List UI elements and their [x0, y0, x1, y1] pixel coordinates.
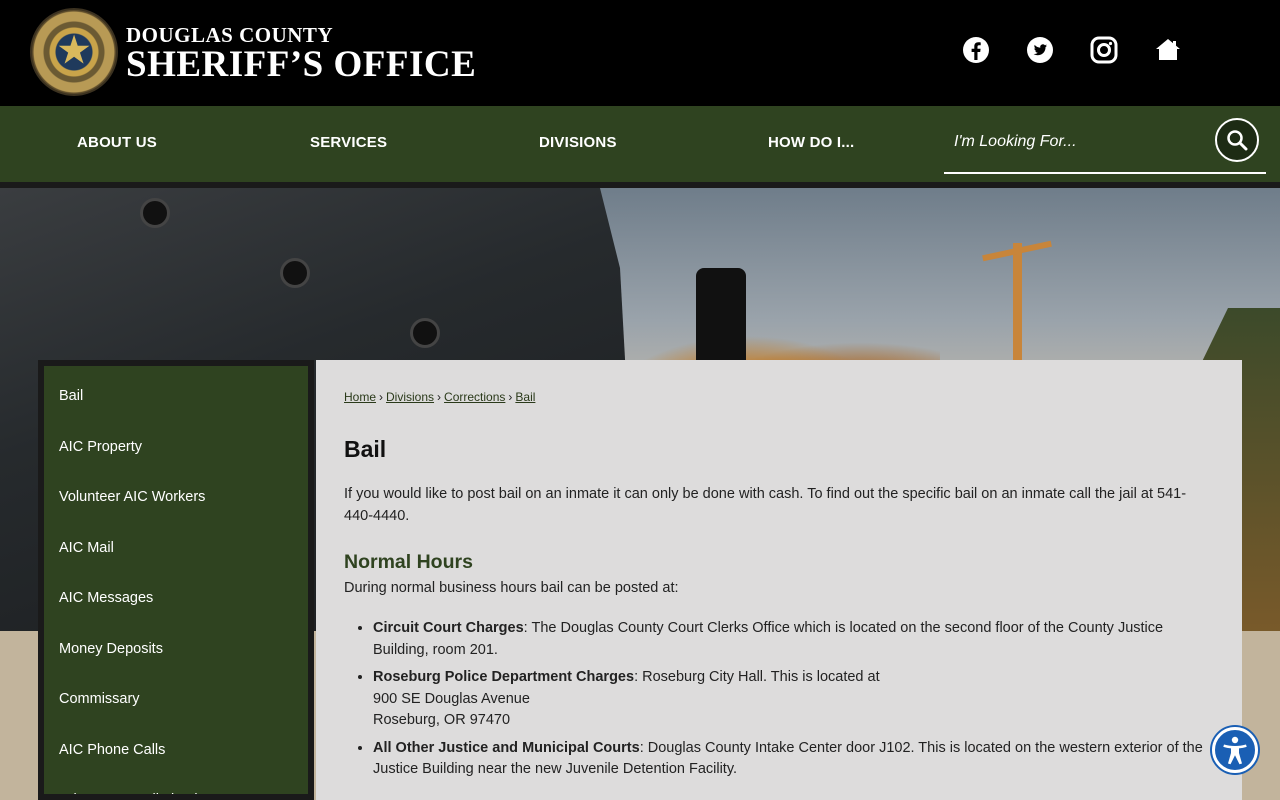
sidebar-item-aic-messages[interactable]: AIC Messages [44, 568, 308, 619]
section-lead: During normal business hours bail can be… [344, 580, 679, 596]
list-item-label: All Other Justice and Municipal Courts [373, 739, 640, 756]
site-logo[interactable]: ★ DOUGLAS COUNTY SHERIFF’S OFFICE [30, 8, 476, 96]
hero-bolt [140, 198, 170, 228]
search-input[interactable] [944, 122, 1204, 162]
instagram-icon[interactable] [1090, 36, 1118, 64]
sheriff-badge-icon: ★ [30, 8, 118, 96]
search-icon [1227, 130, 1248, 151]
breadcrumb-bail[interactable]: Bail [515, 390, 535, 404]
list-item: Circuit Court Charges: The Douglas Count… [373, 618, 1214, 661]
logo-line-1: DOUGLAS COUNTY [126, 23, 334, 47]
list-item-text: : Roseburg City Hall. This is located at [634, 669, 880, 685]
sidebar-item-aic-mail[interactable]: AIC Mail [44, 518, 308, 569]
sidebar-item-money-deposits[interactable]: Money Deposits [44, 619, 308, 670]
sidebar-item-prea[interactable]: Prison Rape Elimination Act [44, 770, 308, 794]
social-links [962, 36, 1182, 64]
sidebar-list: Bail AIC Property Volunteer AIC Workers … [44, 366, 308, 794]
nav-services[interactable]: SERVICES [310, 134, 387, 151]
sidebar-item-commissary[interactable]: Commissary [44, 669, 308, 720]
page-title: Bail [344, 436, 387, 462]
logo-text: DOUGLAS COUNTY SHERIFF’S OFFICE [126, 21, 477, 85]
nav-about-us[interactable]: ABOUT US [77, 134, 157, 151]
nav-how-do-i[interactable]: HOW DO I... [768, 134, 854, 151]
sidebar: Bail AIC Property Volunteer AIC Workers … [38, 360, 314, 800]
hero-bolt [280, 258, 310, 288]
sidebar-item-aic-phone-calls[interactable]: AIC Phone Calls [44, 720, 308, 771]
address-city: Roseburg, OR 97470 [373, 712, 511, 728]
intro-text: If you would like to post bail on an inm… [344, 486, 1187, 524]
address-street: 900 SE Douglas Avenue [373, 690, 530, 707]
search-button[interactable] [1215, 118, 1259, 162]
breadcrumb-divisions[interactable]: Divisions [386, 390, 434, 404]
main-content: Home › Divisions › Corrections › Bail Bail If … [316, 360, 1242, 800]
facebook-icon[interactable] [962, 36, 990, 64]
sidebar-item-bail[interactable]: Bail [44, 366, 308, 417]
hero-bolt [410, 318, 440, 348]
logo-line-2: SHERIFF’S OFFICE [126, 44, 477, 85]
bail-locations-list: Circuit Court Charges: The Douglas Count… [344, 618, 1214, 781]
breadcrumb-home[interactable]: Home [344, 390, 376, 404]
twitter-icon[interactable] [1026, 36, 1054, 64]
breadcrumb-corrections[interactable]: Corrections [444, 390, 505, 404]
accessibility-icon [1223, 736, 1247, 765]
breadcrumb: Home › Divisions › Corrections › Bail [344, 390, 536, 404]
list-item-label: Circuit Court Charges [373, 620, 524, 636]
list-item-label: Roseburg Police Department Charges [373, 669, 635, 685]
sidebar-item-aic-property[interactable]: AIC Property [44, 417, 308, 468]
sidebar-item-volunteer-aic-workers[interactable]: Volunteer AIC Workers [44, 467, 308, 518]
list-item: Roseburg Police Department Charges: Rose… [373, 667, 1214, 732]
site-header: ★ DOUGLAS COUNTY SHERIFF’S OFFICE [0, 0, 1280, 106]
home-icon[interactable] [1154, 36, 1182, 64]
nav-divisions[interactable]: DIVISIONS [539, 134, 617, 151]
section-title: Normal Hours [344, 551, 473, 573]
list-item: All Other Justice and Municipal Courts: … [373, 738, 1214, 781]
accessibility-button[interactable] [1212, 727, 1258, 773]
